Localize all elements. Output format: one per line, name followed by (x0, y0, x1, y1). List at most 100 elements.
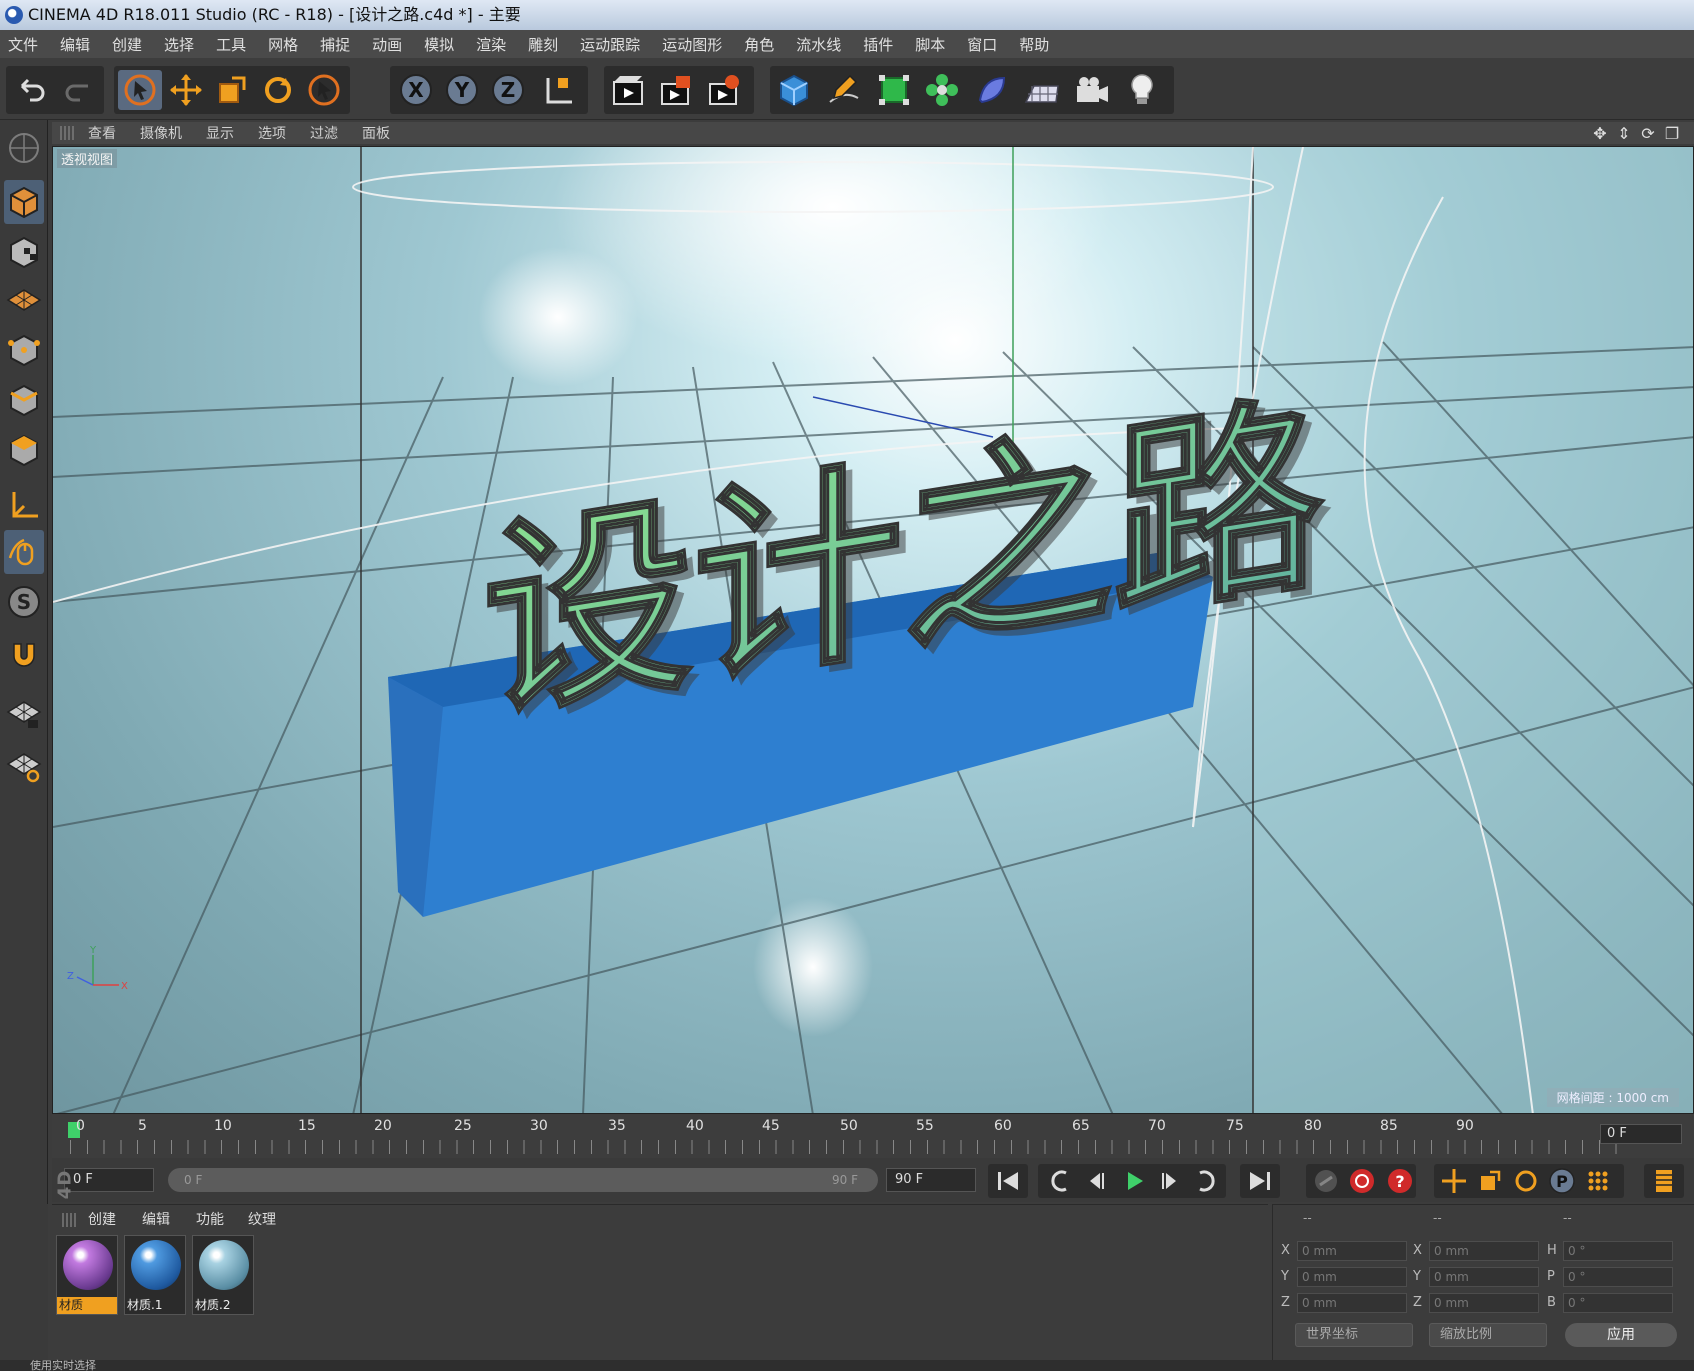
apply-button[interactable]: 应用 (1565, 1323, 1677, 1347)
menu-edit[interactable]: 编辑 (60, 34, 90, 55)
texture-mode-icon[interactable] (4, 230, 44, 274)
subdivision-icon[interactable] (872, 70, 916, 110)
menu-window[interactable]: 窗口 (967, 34, 997, 55)
size-x-field[interactable]: 0 mm (1429, 1241, 1539, 1261)
viewport-menu-cameras[interactable]: 摄像机 (140, 123, 182, 143)
rotate-view-icon[interactable]: ⟳ (1638, 123, 1658, 143)
points-mode-icon[interactable] (4, 328, 44, 372)
live-select-icon[interactable] (118, 70, 162, 110)
preview-range-slider[interactable]: 0 F 90 F (168, 1168, 878, 1192)
panel-grip-icon[interactable] (60, 126, 76, 140)
rotate-icon[interactable] (256, 70, 300, 110)
timeline-window-icon[interactable] (1646, 1166, 1682, 1196)
play-icon[interactable] (1116, 1166, 1152, 1196)
zoom-view-icon[interactable]: ⇕ (1614, 123, 1634, 143)
polygons-mode-icon[interactable] (4, 428, 44, 472)
render-view-icon[interactable] (606, 70, 650, 110)
viewport-menu-panel[interactable]: 面板 (362, 123, 390, 143)
menu-mesh[interactable]: 网格 (268, 34, 298, 55)
material-menu-function[interactable]: 功能 (196, 1209, 224, 1229)
key-pla-icon[interactable] (1580, 1166, 1616, 1196)
cloner-icon[interactable] (920, 70, 964, 110)
render-settings-icon[interactable] (702, 70, 746, 110)
rotation-p-field[interactable]: 0 ° (1563, 1267, 1673, 1287)
menu-create[interactable]: 创建 (112, 34, 142, 55)
magnet-icon[interactable] (4, 634, 44, 678)
viewport-menu-filter[interactable]: 过滤 (310, 123, 338, 143)
material-menu-edit[interactable]: 编辑 (142, 1209, 170, 1229)
menu-script[interactable]: 脚本 (915, 34, 945, 55)
menu-simulate[interactable]: 模拟 (424, 34, 454, 55)
viewport-menu-options[interactable]: 选项 (258, 123, 286, 143)
tweak-mode-icon[interactable] (4, 530, 44, 574)
menu-mograph[interactable]: 运动图形 (662, 34, 722, 55)
coordinate-system-icon[interactable] (536, 70, 580, 110)
model-mode-icon[interactable] (4, 180, 44, 224)
record-keyframe-icon[interactable] (1308, 1166, 1344, 1196)
material-swatch[interactable]: 材质.1 (124, 1235, 186, 1315)
menu-select[interactable]: 选择 (164, 34, 194, 55)
material-menu-texture[interactable]: 纹理 (248, 1209, 276, 1229)
position-z-field[interactable]: 0 mm (1297, 1293, 1407, 1313)
autokey-icon[interactable] (1344, 1166, 1380, 1196)
scale-icon[interactable] (210, 70, 254, 110)
redo-icon[interactable] (56, 70, 100, 110)
position-x-field[interactable]: 0 mm (1297, 1241, 1407, 1261)
menu-snap[interactable]: 捕捉 (320, 34, 350, 55)
material-menu-create[interactable]: 创建 (88, 1209, 116, 1229)
recent-tool-icon[interactable] (302, 70, 346, 110)
camera-icon[interactable] (1070, 70, 1114, 110)
viewport-menu-display[interactable]: 显示 (206, 123, 234, 143)
go-to-start-icon[interactable] (990, 1166, 1026, 1196)
size-z-field[interactable]: 0 mm (1429, 1293, 1539, 1313)
material-swatch[interactable]: 材质.2 (192, 1235, 254, 1315)
next-frame-icon[interactable] (1152, 1166, 1188, 1196)
size-y-field[interactable]: 0 mm (1429, 1267, 1539, 1287)
next-key-icon[interactable] (1188, 1166, 1224, 1196)
toggle-view-icon[interactable]: ❐ (1662, 123, 1682, 143)
end-frame-field[interactable]: 90 F (886, 1168, 976, 1192)
start-frame-field[interactable]: 0 F (64, 1168, 154, 1192)
menu-sculpt[interactable]: 雕刻 (528, 34, 558, 55)
key-parameter-icon[interactable]: P (1544, 1166, 1580, 1196)
key-rotation-icon[interactable] (1508, 1166, 1544, 1196)
world-coordinates-dropdown[interactable]: 世界坐标 (1295, 1323, 1413, 1347)
menu-render[interactable]: 渲染 (476, 34, 506, 55)
viewport-menu-view[interactable]: 查看 (88, 123, 116, 143)
z-axis-lock-icon[interactable]: Z (486, 70, 530, 110)
panel-grip-icon[interactable] (62, 1213, 78, 1227)
snap-icon[interactable]: S (4, 580, 44, 624)
cube-icon[interactable] (772, 70, 816, 110)
rotation-h-field[interactable]: 0 ° (1563, 1241, 1673, 1261)
previous-key-icon[interactable] (1042, 1166, 1078, 1196)
move-icon[interactable] (164, 70, 208, 110)
keyframe-selection-icon[interactable]: ? (1382, 1166, 1418, 1196)
rotation-b-field[interactable]: 0 ° (1563, 1293, 1673, 1313)
render-picture-viewer-icon[interactable] (654, 70, 698, 110)
key-scale-icon[interactable] (1472, 1166, 1508, 1196)
perspective-viewport[interactable]: 设计之路 设计之路 Y X Z 透视视图 网格间距 : 1000 cm (52, 146, 1694, 1114)
workplane-icon[interactable] (4, 278, 44, 322)
pan-view-icon[interactable]: ✥ (1590, 123, 1610, 143)
locked-workplane-icon[interactable] (4, 692, 44, 736)
planar-workplane-icon[interactable] (4, 744, 44, 788)
floor-icon[interactable] (1020, 70, 1064, 110)
previous-frame-icon[interactable] (1078, 1166, 1114, 1196)
edges-mode-icon[interactable] (4, 378, 44, 422)
undo-icon[interactable] (10, 70, 54, 110)
key-position-icon[interactable] (1436, 1166, 1472, 1196)
deformer-icon[interactable] (970, 70, 1014, 110)
scale-mode-dropdown[interactable]: 缩放比例 (1429, 1323, 1547, 1347)
x-axis-lock-icon[interactable]: X (394, 70, 438, 110)
menu-animate[interactable]: 动画 (372, 34, 402, 55)
go-to-end-icon[interactable] (1242, 1166, 1278, 1196)
current-frame-field[interactable]: 0 F (1600, 1124, 1682, 1144)
menu-motion-tracking[interactable]: 运动跟踪 (580, 34, 640, 55)
timeline-ruler[interactable]: 0 5 10 15 20 25 30 35 40 45 50 55 60 65 … (52, 1114, 1694, 1158)
pen-icon[interactable] (822, 70, 866, 110)
position-y-field[interactable]: 0 mm (1297, 1267, 1407, 1287)
menu-file[interactable]: 文件 (8, 34, 38, 55)
y-axis-lock-icon[interactable]: Y (440, 70, 484, 110)
menu-plugins[interactable]: 插件 (863, 34, 893, 55)
axis-mode-icon[interactable] (4, 482, 44, 526)
